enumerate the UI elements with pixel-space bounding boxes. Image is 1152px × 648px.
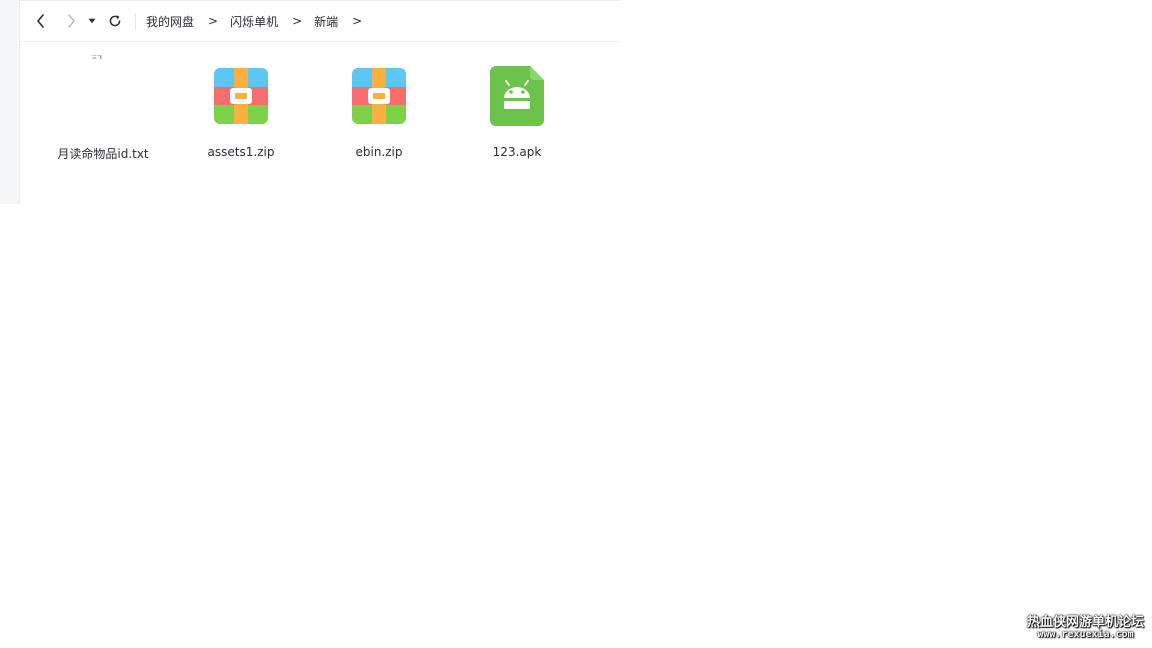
zip-archive-icon [352,68,406,124]
file-grid: 三飞 月读命物品id.txt assets1.zip ebin.zip 123.… [20,42,620,205]
sidebar-edge [0,0,20,204]
refresh-button[interactable] [105,11,125,31]
toolbar: 我的网盘 > 闪烁单机 > 新端 > [20,1,620,42]
watermark-title: 热血侠网游单机论坛 [1026,615,1144,630]
breadcrumb-separator: > [292,14,303,28]
file-item-zip[interactable]: assets1.zip [181,42,301,172]
android-apk-icon [490,66,544,126]
text-file-icon: 三飞 [92,55,102,61]
forward-button[interactable] [61,11,81,31]
watermark-url: www.rexuexia.com [1037,629,1134,640]
toolbar-divider [135,13,136,30]
history-dropdown-button[interactable] [85,11,99,31]
breadcrumb-item-my-drive[interactable]: 我的网盘 [146,13,194,30]
back-button[interactable] [31,11,51,31]
file-browser-panel: 我的网盘 > 闪烁单机 > 新端 > 三飞 月读命物品id.txt assets… [20,0,620,205]
breadcrumb-item-current[interactable]: 新端 [314,13,338,30]
caret-down-icon [88,18,96,24]
file-item-zip[interactable]: ebin.zip [319,42,439,172]
file-name: 123.apk [492,145,542,159]
breadcrumb-separator: > [208,14,219,28]
chevron-right-icon [68,14,75,28]
file-name: ebin.zip [355,145,403,159]
file-item-txt[interactable]: 三飞 月读命物品id.txt [43,42,163,172]
breadcrumb-item-folder[interactable]: 闪烁单机 [230,13,278,30]
breadcrumb: 我的网盘 > 闪烁单机 > 新端 > [146,12,374,30]
text-file-thumb-text: 三飞 [92,55,103,61]
file-name: assets1.zip [207,145,275,159]
refresh-icon [109,15,121,27]
chevron-left-icon [37,14,44,28]
file-item-apk[interactable]: 123.apk [457,42,577,172]
zip-archive-icon [214,68,268,124]
watermark: 热血侠网游单机论坛 www.rexuexia.com [1027,611,1144,640]
breadcrumb-separator: > [352,14,363,28]
file-name: 月读命物品id.txt [57,147,149,161]
